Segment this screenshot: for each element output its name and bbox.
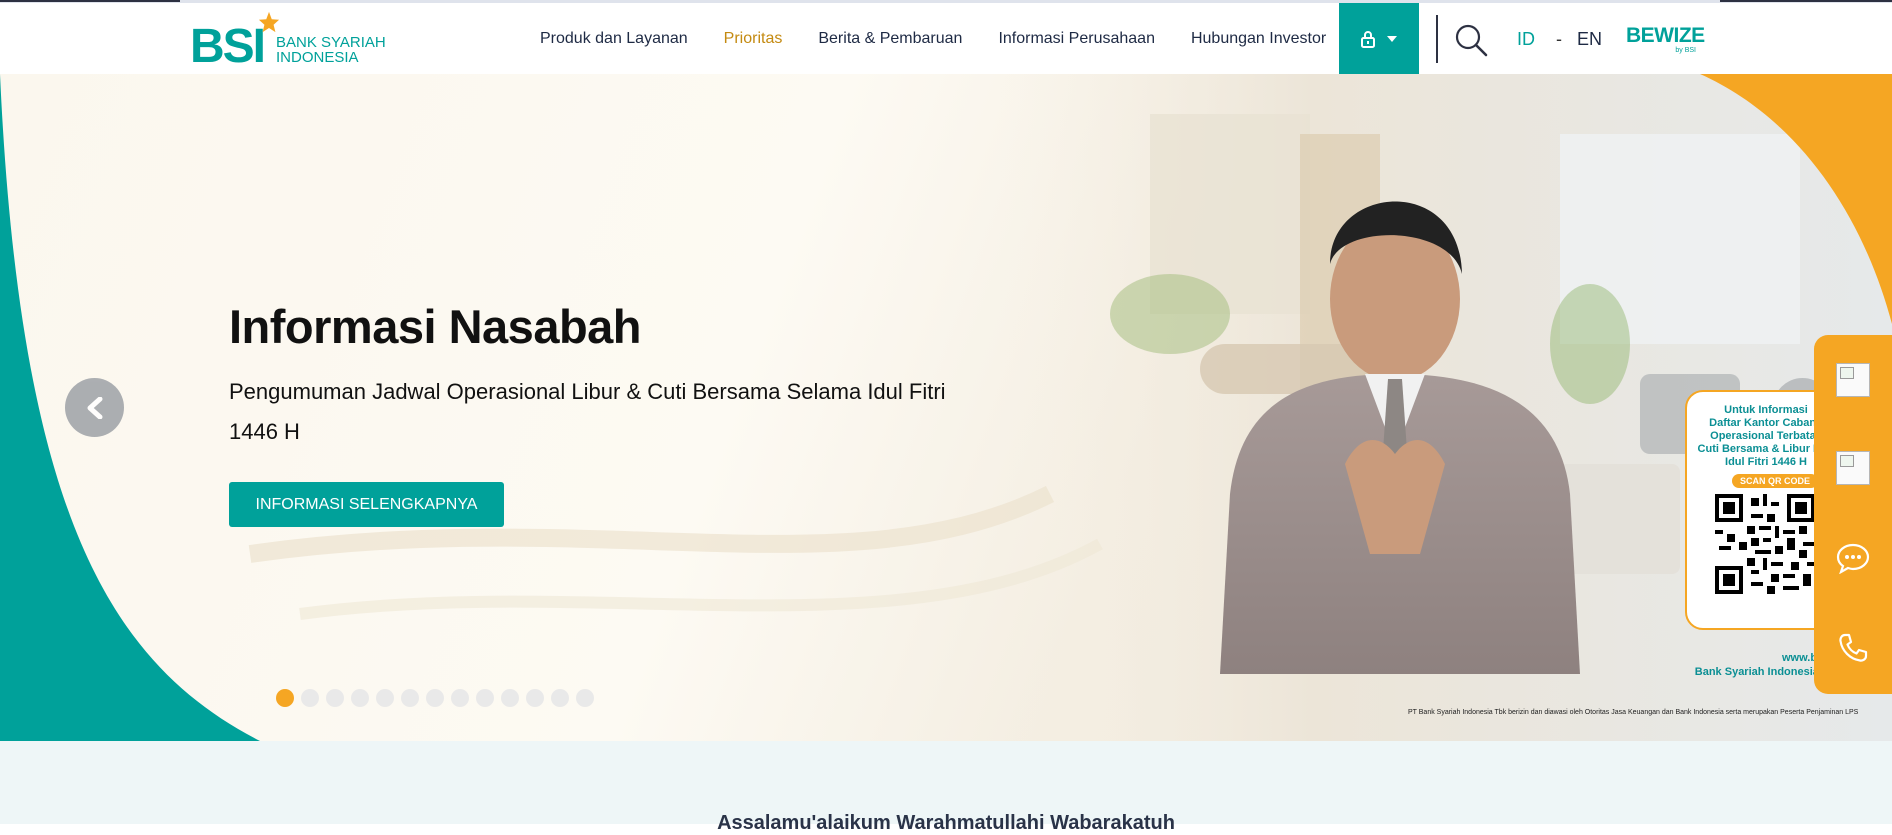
logo-text-line1: BANK SYARIAH	[276, 34, 386, 51]
bewize-text: BEWIZE	[1626, 24, 1705, 47]
login-dropdown-button[interactable]	[1339, 3, 1419, 74]
carousel-dot[interactable]	[351, 689, 369, 707]
floating-call-button[interactable]	[1814, 603, 1892, 693]
carousel-dot[interactable]	[451, 689, 469, 707]
logo-text: BANK SYARIAH INDONESIA	[276, 35, 386, 65]
website-caption: www.bank Bank Syariah Indonesia Ca	[1676, 651, 1836, 679]
carousel-dot-active[interactable]	[276, 689, 294, 707]
lang-separator: -	[1556, 29, 1562, 49]
carousel-dot[interactable]	[551, 689, 569, 707]
carousel-dot[interactable]	[526, 689, 544, 707]
header-divider	[1436, 15, 1438, 63]
carousel-dot[interactable]	[501, 689, 519, 707]
nav-berita-pembaruan[interactable]: Berita & Pembaruan	[818, 30, 962, 48]
carousel-dot[interactable]	[426, 689, 444, 707]
nav-prioritas[interactable]: Prioritas	[724, 30, 783, 48]
lock-icon	[1361, 30, 1375, 48]
lang-id-link[interactable]: ID	[1517, 29, 1535, 50]
hero-cta-button[interactable]: INFORMASI SELENGKAPNYA	[229, 482, 504, 527]
chevron-left-icon	[87, 396, 102, 419]
carousel-indicators	[276, 689, 594, 707]
phone-icon	[1839, 633, 1868, 662]
floating-chat-button[interactable]	[1814, 513, 1892, 603]
carousel-dot[interactable]	[376, 689, 394, 707]
scan-qr-badge: SCAN QR CODE	[1732, 474, 1819, 488]
site-header: BSI BANK SYARIAH INDONESIA Produk dan La…	[0, 3, 1892, 74]
website-org: Bank Syariah Indonesia Ca	[1694, 666, 1836, 678]
carousel-dot[interactable]	[576, 689, 594, 707]
broken-image-icon	[1836, 363, 1870, 397]
carousel-dot[interactable]	[476, 689, 494, 707]
star-icon	[258, 11, 280, 33]
chat-icon	[1836, 543, 1870, 574]
chevron-down-icon	[1387, 35, 1397, 42]
bewize-logo[interactable]: BEWIZE by BSI	[1626, 24, 1705, 57]
main-nav: Produk dan Layanan Prioritas Berita & Pe…	[540, 3, 1362, 74]
carousel-dot[interactable]	[301, 689, 319, 707]
bsi-logo[interactable]: BSI BANK SYARIAH INDONESIA	[190, 11, 390, 73]
nav-informasi-perusahaan[interactable]: Informasi Perusahaan	[998, 30, 1155, 48]
nav-hubungan-investor[interactable]: Hubungan Investor	[1191, 30, 1326, 48]
floating-item-2[interactable]	[1814, 423, 1892, 513]
lang-en-link[interactable]: EN	[1577, 29, 1602, 50]
qr-code-image	[1715, 494, 1815, 594]
floating-action-bar	[1814, 335, 1892, 694]
floating-item-1[interactable]	[1814, 335, 1892, 425]
website-url: www.bank	[1782, 652, 1836, 664]
carousel-dot[interactable]	[401, 689, 419, 707]
carousel-dot[interactable]	[326, 689, 344, 707]
hero-carousel: Informasi Nasabah Pengumuman Jadwal Oper…	[0, 74, 1892, 741]
hero-title: Informasi Nasabah	[229, 300, 642, 353]
logo-text-line2: INDONESIA	[276, 49, 359, 66]
nav-produk-dan-layanan[interactable]: Produk dan Layanan	[540, 30, 688, 48]
logo-mark: BSI	[190, 20, 266, 73]
regulatory-footnote: PT Bank Syariah Indonesia Tbk berizin da…	[1408, 709, 1859, 716]
broken-image-icon	[1836, 451, 1870, 485]
carousel-prev-button[interactable]	[65, 378, 124, 437]
bewize-by: by BSI	[1675, 47, 1696, 54]
search-icon[interactable]	[1454, 23, 1488, 57]
hero-subtitle: Pengumuman Jadwal Operasional Libur & Cu…	[229, 379, 946, 444]
welcome-section: Assalamu'alaikum Warahmatullahi Wabaraka…	[0, 741, 1892, 834]
